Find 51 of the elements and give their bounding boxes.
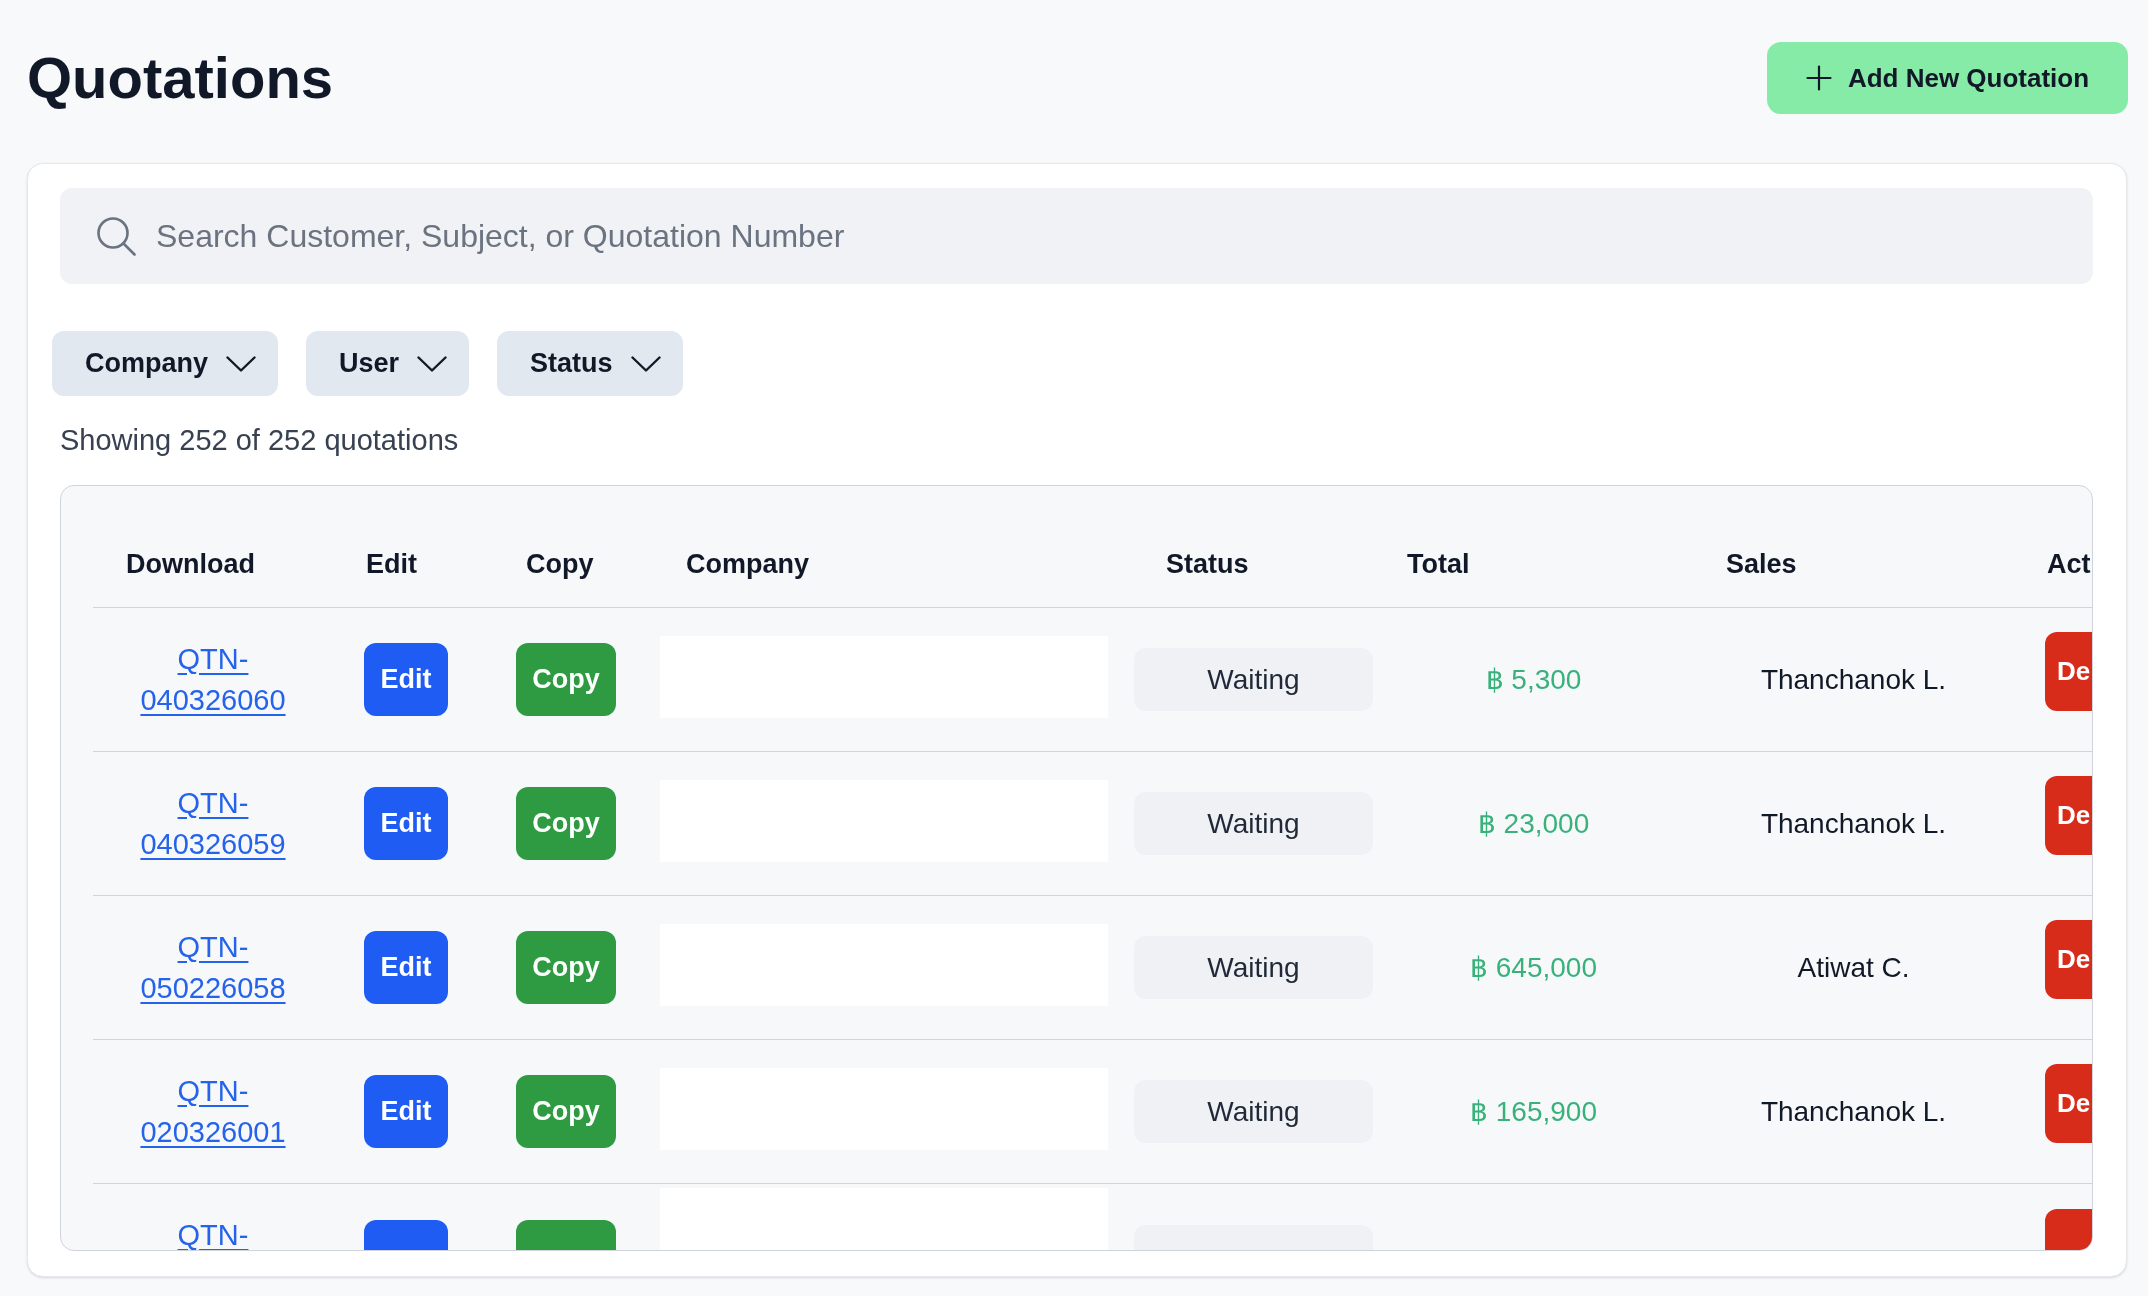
quotation-link[interactable]: QTN- 040326059: [140, 782, 286, 865]
copy-button[interactable]: Copy: [516, 1075, 616, 1148]
copy-button[interactable]: Copy: [516, 643, 616, 716]
filter-dropdown[interactable]: User: [306, 331, 470, 396]
delete-button[interactable]: [2045, 1209, 2092, 1250]
add-quotation-button[interactable]: Add New Quotation: [1767, 42, 2128, 114]
edit-button[interactable]: Edit: [364, 787, 448, 860]
page-title: Quotations: [27, 49, 334, 107]
delete-button[interactable]: De: [2045, 920, 2092, 999]
chevron-down-icon: [630, 355, 661, 372]
delete-button[interactable]: De: [2045, 632, 2092, 711]
quotation-link[interactable]: QTN- 020326001: [140, 1070, 286, 1153]
result-count: Showing 252 of 252 quotations: [60, 423, 459, 458]
total-amount: ฿ 23,000: [1477, 806, 1590, 841]
total-amount: ฿ 645,000: [1470, 950, 1597, 985]
edit-button[interactable]: [364, 1220, 448, 1250]
edit-button[interactable]: Edit: [364, 931, 448, 1004]
copy-button[interactable]: Copy: [516, 931, 616, 1004]
filter-dropdown[interactable]: Status: [497, 331, 683, 396]
plus-icon: [1805, 65, 1832, 91]
sales-name: Thanchanok L.: [1760, 1094, 1947, 1129]
filter-dropdown[interactable]: Company: [52, 331, 279, 396]
quotation-link[interactable]: QTN- 040326060: [140, 638, 286, 721]
quotation-link[interactable]: QTN- 050226058: [140, 926, 286, 1009]
status-badge: Waiting: [1134, 936, 1373, 999]
total-amount: ฿ 165,900: [1470, 1094, 1597, 1129]
status-badge: Waiting: [1134, 648, 1373, 711]
column-header: Act: [2047, 547, 2091, 581]
chevron-down-icon: [226, 355, 257, 372]
edit-button[interactable]: Edit: [364, 643, 448, 716]
delete-button[interactable]: De: [2045, 776, 2092, 855]
column-header: Edit: [366, 547, 417, 581]
column-header: Download: [126, 547, 255, 581]
column-header: Copy: [526, 547, 594, 581]
sales-name: Thanchanok L.: [1760, 662, 1947, 697]
column-header: Company: [686, 547, 810, 581]
column-header: Status: [1166, 547, 1249, 581]
copy-button[interactable]: Copy: [516, 787, 616, 860]
search-field[interactable]: Search Customer, Subject, or Quotation Number: [60, 188, 2093, 284]
total-amount: ฿ 5,300: [1485, 662, 1582, 697]
delete-button[interactable]: De: [2045, 1064, 2092, 1143]
sales-name: Atiwat C.: [1797, 950, 1910, 985]
status-badge: Waiting: [1134, 792, 1373, 855]
status-badge: Waiting: [1134, 1080, 1373, 1143]
column-header: Total: [1407, 547, 1470, 581]
search-icon: [96, 216, 136, 256]
chevron-down-icon: [417, 355, 448, 372]
quotation-link[interactable]: QTN-: [177, 1221, 249, 1249]
sales-name: Thanchanok L.: [1760, 806, 1947, 841]
edit-button[interactable]: Edit: [364, 1075, 448, 1148]
column-header: Sales: [1726, 547, 1797, 581]
